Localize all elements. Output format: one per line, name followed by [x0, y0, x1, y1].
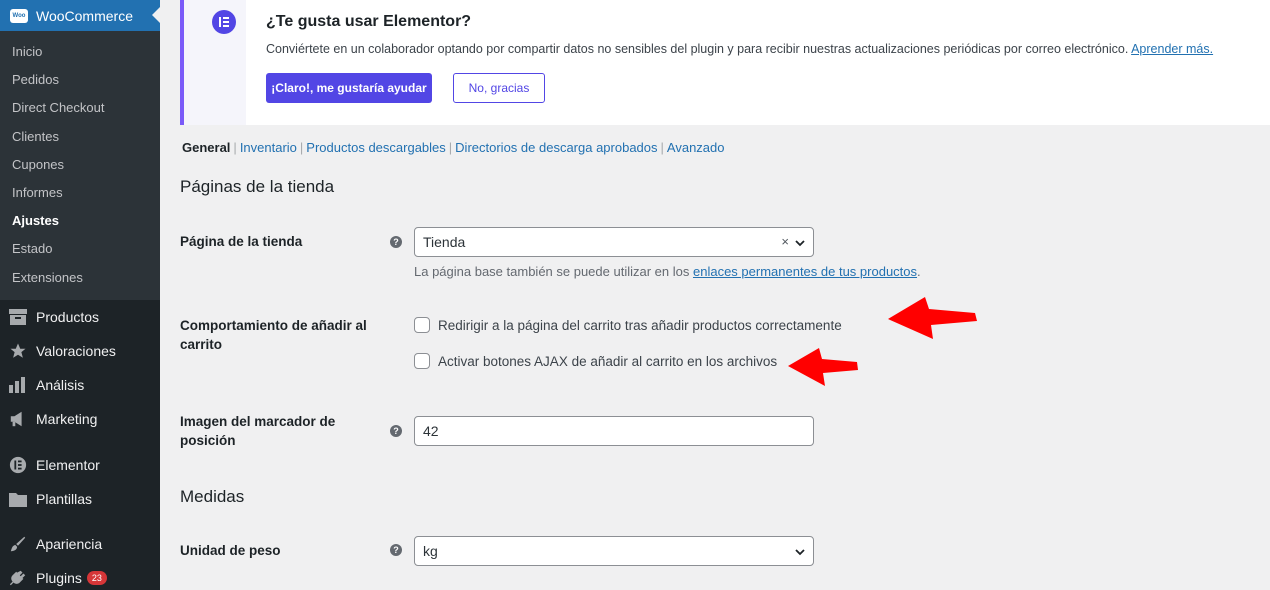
learn-more-link[interactable]: Aprender más.: [1131, 42, 1213, 56]
weight-unit-select[interactable]: kg: [414, 536, 814, 566]
sidebar-item-apariencia[interactable]: Apariencia: [0, 527, 160, 561]
submenu-item-direct-checkout[interactable]: Direct Checkout: [12, 100, 104, 115]
admin-sidebar: Woo WooCommerce Inicio Pedidos Direct Ch…: [0, 0, 160, 590]
sidebar-item-label: Plugins: [36, 570, 82, 586]
tab-inventario[interactable]: Inventario: [240, 140, 297, 155]
woocommerce-submenu: Inicio Pedidos Direct Checkout Clientes …: [0, 31, 160, 300]
checkbox-label: Redirigir a la página del carrito tras a…: [438, 317, 842, 333]
submenu-item-inicio[interactable]: Inicio: [12, 44, 42, 59]
submenu-item-pedidos[interactable]: Pedidos: [12, 72, 59, 87]
shop-page-description: La página base también se puede utilizar…: [414, 264, 921, 279]
notice-title: ¿Te gusta usar Elementor?: [266, 13, 472, 30]
clear-icon[interactable]: ×: [781, 234, 789, 249]
placeholder-image-input[interactable]: 42: [414, 416, 814, 446]
help-icon[interactable]: ?: [390, 236, 402, 248]
plug-icon: [8, 568, 28, 588]
update-count-badge: 23: [86, 571, 107, 585]
elementor-icon: [212, 10, 236, 34]
shop-page-select[interactable]: Tienda ×: [414, 227, 814, 257]
archive-icon: [8, 307, 28, 327]
section-title-measures: Medidas: [180, 487, 245, 506]
submenu-item-estado[interactable]: Estado: [12, 241, 52, 256]
chevron-down-icon: [795, 240, 805, 247]
placeholder-image-value: 42: [423, 423, 439, 439]
red-arrow-annotation: [888, 297, 977, 339]
redirect-cart-option[interactable]: Redirigir a la página del carrito tras a…: [414, 317, 842, 333]
sidebar-item-woocommerce[interactable]: Woo WooCommerce: [0, 0, 160, 31]
red-arrow-annotation: [788, 348, 858, 386]
tab-directorios-descarga[interactable]: Directorios de descarga aprobados: [455, 140, 657, 155]
help-icon[interactable]: ?: [390, 544, 402, 556]
section-title-shop-pages: Páginas de la tienda: [180, 177, 335, 196]
shop-page-label: Página de la tienda: [180, 234, 303, 249]
settings-subnav: General | Inventario | Productos descargable…: [182, 140, 725, 155]
notice-body: Conviértete en un colaborador optando po…: [266, 42, 1129, 56]
sidebar-item-label: WooCommerce: [36, 7, 133, 24]
submenu-item-cupones[interactable]: Cupones: [12, 157, 64, 172]
star-icon: [8, 341, 28, 361]
sidebar-item-label: Apariencia: [36, 536, 103, 552]
submenu-item-clientes[interactable]: Clientes: [12, 129, 59, 144]
sidebar-item-label: Elementor: [36, 457, 100, 473]
weight-unit-label: Unidad de peso: [180, 543, 281, 558]
decline-button[interactable]: No, gracias: [453, 73, 545, 103]
tab-general[interactable]: General: [182, 140, 230, 155]
sidebar-item-analisis[interactable]: Análisis: [0, 368, 160, 402]
sidebar-item-valoraciones[interactable]: Valoraciones: [0, 334, 160, 368]
submenu-item-ajustes[interactable]: Ajustes: [12, 213, 59, 228]
chevron-down-icon: [795, 549, 805, 556]
sidebar-item-label: Análisis: [36, 377, 85, 393]
accept-button[interactable]: ¡Claro!, me gustaría ayudar: [266, 73, 432, 103]
paintbrush-icon: [8, 534, 28, 554]
redirect-cart-checkbox[interactable]: [414, 317, 430, 333]
add-to-cart-label: Comportamiento de añadir al carrito: [180, 318, 367, 352]
sidebar-item-plantillas[interactable]: Plantillas: [0, 482, 160, 516]
ajax-cart-option[interactable]: Activar botones AJAX de añadir al carrit…: [414, 353, 777, 369]
sidebar-item-label: Plantillas: [36, 491, 93, 507]
help-icon[interactable]: ?: [390, 425, 402, 437]
tab-productos-descargables[interactable]: Productos descargables: [306, 140, 445, 155]
shop-page-value: Tienda: [423, 234, 466, 250]
weight-unit-value: kg: [423, 543, 438, 559]
sidebar-item-elementor[interactable]: Elementor: [0, 448, 160, 482]
elementor-notice: ¿Te gusta usar Elementor? Conviértete en…: [180, 0, 1270, 125]
checkbox-label: Activar botones AJAX de añadir al carrit…: [438, 353, 778, 369]
sidebar-item-label: Valoraciones: [36, 343, 116, 359]
ajax-cart-checkbox[interactable]: [414, 353, 430, 369]
bar-chart-icon: [8, 375, 28, 395]
megaphone-icon: [8, 409, 28, 429]
placeholder-image-label: Imagen del marcador de posición: [180, 414, 336, 448]
sidebar-item-label: Marketing: [36, 411, 98, 427]
tab-avanzado[interactable]: Avanzado: [667, 140, 725, 155]
submenu-item-extensiones[interactable]: Extensiones: [12, 270, 83, 285]
sidebar-item-marketing[interactable]: Marketing: [0, 402, 160, 436]
submenu-item-informes[interactable]: Informes: [12, 185, 63, 200]
sidebar-item-plugins[interactable]: Plugins 23: [0, 561, 160, 590]
description-suffix: .: [917, 264, 921, 279]
notice-text: Conviértete en un colaborador optando po…: [266, 42, 1213, 56]
folder-icon: [8, 489, 28, 509]
sidebar-item-productos[interactable]: Productos: [0, 300, 160, 334]
woocommerce-icon: Woo: [10, 8, 28, 23]
sidebar-item-label: Productos: [36, 309, 100, 325]
description-text: La página base también se puede utilizar…: [414, 264, 690, 279]
permalinks-link[interactable]: enlaces permanentes de tus productos: [693, 264, 917, 279]
elementor-icon: [8, 455, 28, 475]
